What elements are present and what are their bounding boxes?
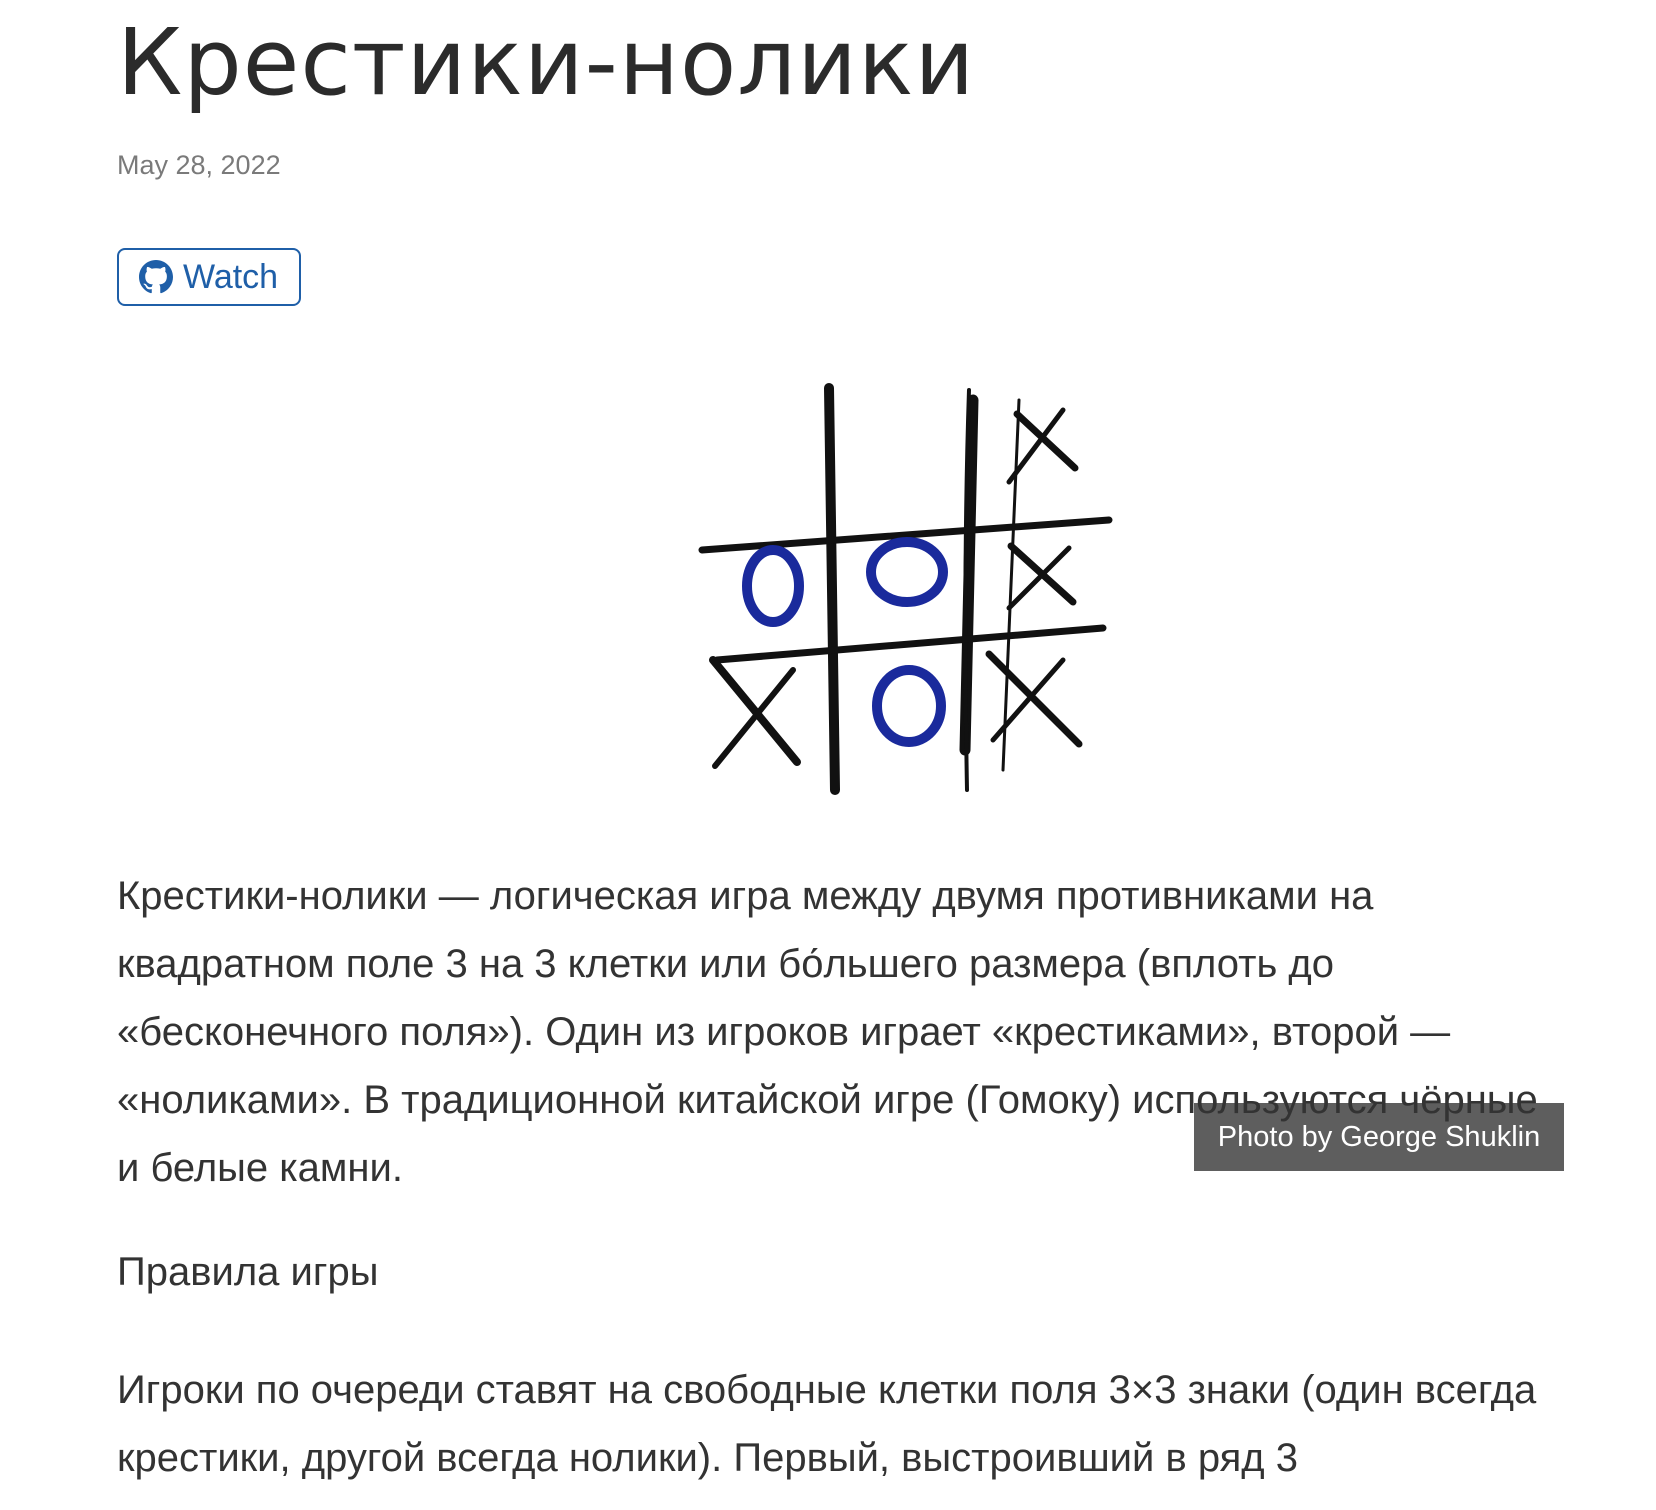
post-date: May 28, 2022 [117, 150, 281, 180]
rules-paragraph: Игроки по очереди ставят на свободные кл… [117, 1368, 1537, 1480]
watch-button-label: Watch [183, 257, 279, 296]
github-icon [139, 260, 173, 294]
tic-tac-toe-drawing [698, 383, 1113, 795]
rules-heading: Правила игры [117, 1250, 379, 1294]
github-watch-button[interactable]: Watch [117, 248, 301, 306]
page-title: Крестики-нолики [117, 9, 976, 116]
intro-paragraph: Крестики-нолики — логическая игра между … [117, 874, 1538, 1190]
tic-tac-toe-image: Photo by George Shuklin [617, 370, 1564, 1171]
